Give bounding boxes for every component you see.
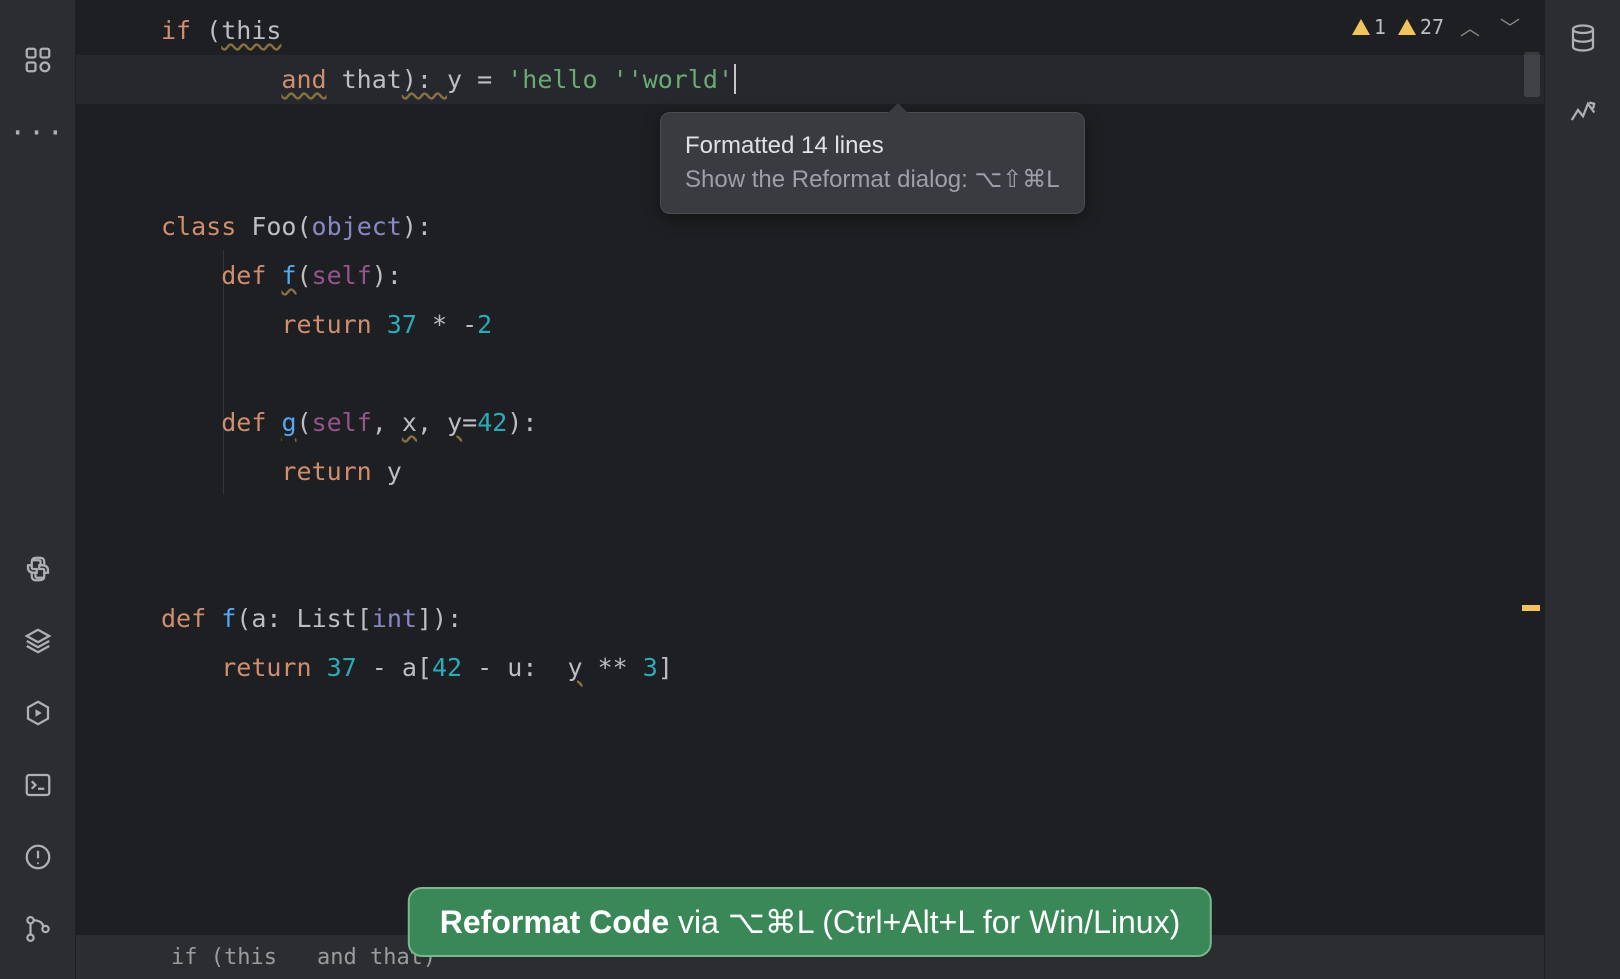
next-highlight-icon[interactable]: ﹀ — [1496, 12, 1524, 41]
shortcut-hint-pill: Reformat Code via ⌥⌘L (Ctrl+Alt+L for Wi… — [408, 887, 1212, 957]
analytics-icon[interactable] — [1563, 90, 1603, 130]
code-line[interactable]: def f(a: List[int]): — [161, 594, 1544, 643]
prev-highlight-icon[interactable]: ︿ — [1456, 12, 1484, 41]
warning-badge-2[interactable]: 27 — [1398, 15, 1444, 39]
editor-wrap: 1 27 ︿ ﹀ if (this and that): y = 'hello … — [76, 0, 1544, 979]
left-toolbar: ··· — [0, 0, 76, 979]
code-line[interactable]: def g(self, x, y=42): — [161, 398, 1544, 447]
services-icon[interactable] — [18, 693, 58, 733]
hint-keys: via ⌥⌘L (Ctrl+Alt+L for Win/Linux) — [669, 904, 1180, 940]
code-line[interactable]: if (this — [161, 6, 1544, 55]
vcs-icon[interactable] — [18, 909, 58, 949]
packages-icon[interactable] — [18, 621, 58, 661]
warning-badge-1[interactable]: 1 — [1352, 15, 1386, 39]
code-line[interactable]: return y — [161, 447, 1544, 496]
terminal-icon[interactable] — [18, 765, 58, 805]
code-line[interactable]: return 37 - a[42 - u: y ** 3] — [161, 643, 1544, 692]
more-icon[interactable]: ··· — [18, 112, 58, 152]
code-line[interactable]: def f(self): — [161, 251, 1544, 300]
code-line[interactable]: return 37 * -2 — [161, 300, 1544, 349]
right-toolbar — [1544, 0, 1620, 979]
tooltip-subtitle: Show the Reformat dialog: ⌥⇧⌘L — [685, 163, 1060, 197]
breadcrumb-item[interactable]: if (this — [171, 945, 277, 970]
code-line[interactable] — [161, 496, 1544, 545]
problems-icon[interactable] — [18, 837, 58, 877]
code-line[interactable] — [161, 545, 1544, 594]
tooltip-title: Formatted 14 lines — [685, 129, 1060, 163]
text-cursor — [734, 64, 736, 94]
inspection-widget[interactable]: 1 27 ︿ ﹀ — [1352, 12, 1524, 41]
hint-action: Reformat Code — [440, 904, 669, 940]
structure-icon[interactable] — [18, 40, 58, 80]
warn-count-2: 27 — [1420, 15, 1444, 39]
python-console-icon[interactable] — [18, 549, 58, 589]
reformat-tooltip: Formatted 14 lines Show the Reformat dia… — [660, 112, 1085, 214]
code-line[interactable] — [161, 349, 1544, 398]
warn-count-1: 1 — [1374, 15, 1386, 39]
code-line[interactable]: and that): y = 'hello ''world' — [161, 55, 1544, 104]
app-root: ··· 1 27 ︿ ﹀ — [0, 0, 1620, 979]
database-icon[interactable] — [1563, 18, 1603, 58]
